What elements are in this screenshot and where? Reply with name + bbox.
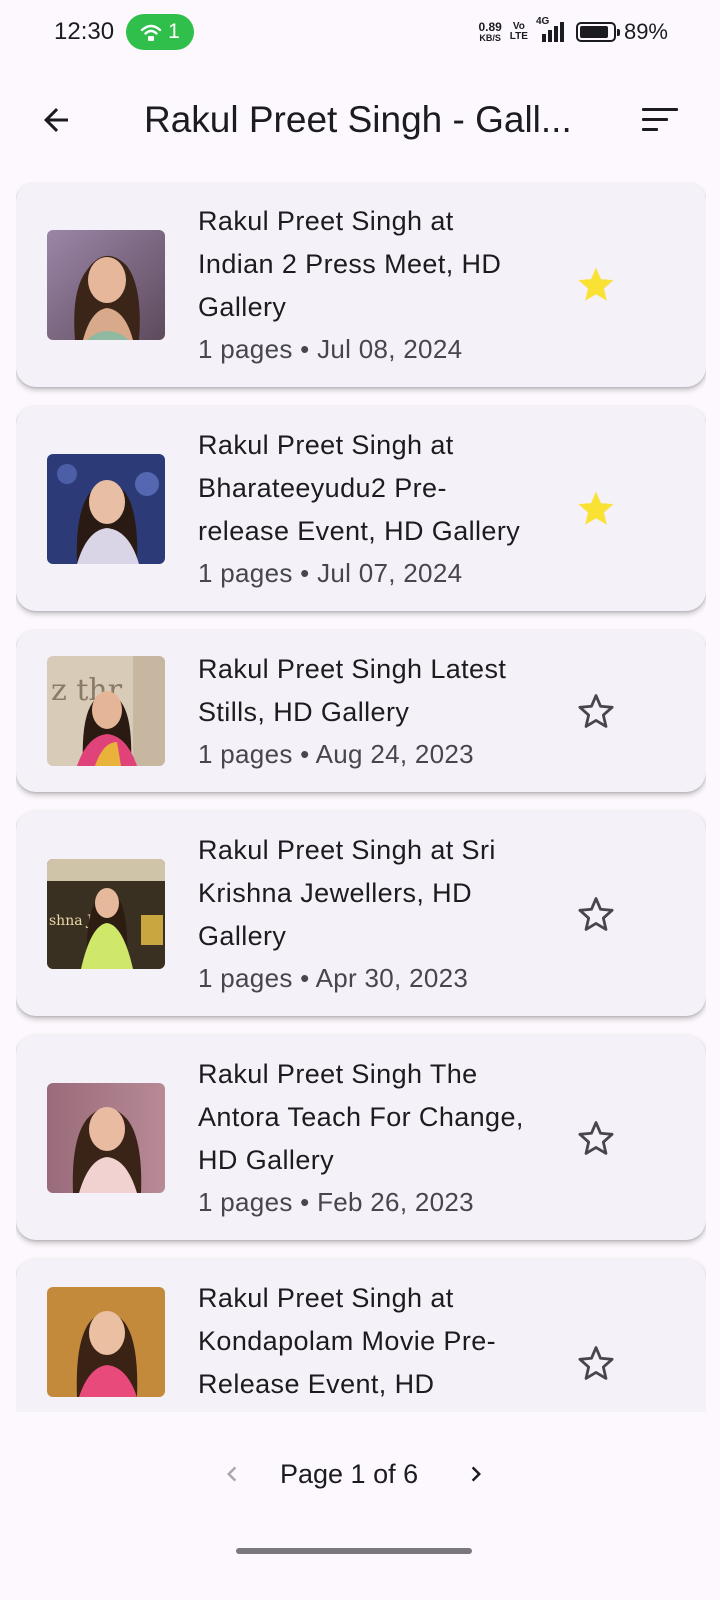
gallery-meta: 1 pages • Feb 26, 2023	[198, 1187, 474, 1217]
gallery-title: Rakul Preet Singh at Indian 2 Press Meet…	[198, 206, 502, 322]
favorite-toggle[interactable]	[574, 263, 618, 307]
gesture-navigation-handle[interactable]	[236, 1548, 472, 1554]
page-indicator: Page 1 of 6	[280, 1459, 419, 1489]
gallery-meta: 1 pages • Aug 24, 2023	[198, 739, 474, 769]
gallery-title: Rakul Preet Singh at Kondapolam Movie Pr…	[198, 1283, 497, 1399]
gallery-title: Rakul Preet Singh at Bharateeyudu2 Pre-r…	[198, 430, 521, 546]
favorite-toggle[interactable]	[574, 1341, 618, 1385]
gallery-card[interactable]: Rakul Preet Singh at Bharateeyudu2 Pre-r…	[16, 406, 706, 611]
chevron-right-icon	[471, 1466, 481, 1482]
sort-button[interactable]	[638, 98, 682, 142]
gallery-thumbnail	[47, 1286, 165, 1397]
gallery-list: Rakul Preet Singh at Indian 2 Press Meet…	[16, 182, 706, 1412]
wifi-hotspot-icon	[140, 24, 162, 41]
signal-icon: 4G	[536, 16, 568, 44]
page-title: Rakul Preet Singh - Gall...	[144, 99, 572, 140]
pagination-bar: Page 1 of 6	[0, 1412, 720, 1536]
battery-percent: 89%	[623, 19, 668, 44]
star-outline-icon	[578, 694, 614, 728]
status-bar: 12:30 1 0.89 KB/S Vo LTE 4G 89%	[0, 0, 720, 64]
gallery-card[interactable]: Rakul Preet Singh The Antora Teach For C…	[16, 1035, 706, 1240]
previous-page-button[interactable]	[214, 1456, 250, 1492]
gallery-meta: 1 pages • Apr 30, 2023	[198, 963, 469, 993]
gallery-thumbnail	[47, 229, 165, 340]
status-time: 12:30	[54, 18, 115, 45]
battery-icon	[575, 22, 620, 42]
arrow-back-icon	[44, 108, 68, 132]
star-outline-icon	[578, 896, 614, 931]
back-button[interactable]	[34, 98, 78, 142]
gallery-card[interactable]: Rakul Preet Singh at Indian 2 Press Meet…	[16, 182, 706, 387]
hotspot-count: 1	[168, 20, 180, 43]
star-filled-icon	[578, 491, 614, 525]
gallery-card[interactable]: z thr Rakul Preet Singh Latest Stills, H…	[16, 630, 706, 792]
chevron-left-icon	[227, 1466, 237, 1482]
favorite-toggle[interactable]	[574, 487, 618, 531]
gallery-card[interactable]: Rakul Preet Singh at Kondapolam Movie Pr…	[16, 1259, 706, 1412]
network-speed: 0.89 KB/S	[478, 20, 502, 43]
gallery-meta: 1 pages • Jul 07, 2024	[198, 558, 463, 588]
gallery-thumbnail: shna Jew	[47, 858, 165, 969]
app-bar: Rakul Preet Singh - Gall...	[0, 84, 720, 156]
star-outline-icon	[578, 1120, 614, 1155]
favorite-toggle[interactable]	[574, 689, 618, 733]
volte-indicator: Vo LTE	[509, 21, 528, 42]
gallery-thumbnail	[47, 453, 165, 564]
favorite-toggle[interactable]	[574, 892, 618, 936]
gallery-title: Rakul Preet Singh at Sri Krishna Jewelle…	[198, 835, 496, 951]
next-page-button[interactable]	[458, 1456, 494, 1492]
sort-icon	[642, 108, 678, 131]
hotspot-indicator: 1	[126, 14, 194, 50]
gallery-thumbnail: z thr	[47, 656, 165, 766]
star-filled-icon	[578, 267, 614, 301]
gallery-card[interactable]: shna Jew Rakul Preet Singh at Sri Krishn…	[16, 811, 706, 1016]
gallery-meta: 1 pages • Jul 08, 2024	[198, 334, 463, 364]
gallery-title: Rakul Preet Singh Latest Stills, HD Gall…	[198, 654, 507, 727]
gallery-thumbnail	[47, 1082, 165, 1193]
favorite-toggle[interactable]	[574, 1116, 618, 1160]
gallery-title: Rakul Preet Singh The Antora Teach For C…	[198, 1059, 524, 1175]
star-outline-icon	[578, 1345, 614, 1380]
